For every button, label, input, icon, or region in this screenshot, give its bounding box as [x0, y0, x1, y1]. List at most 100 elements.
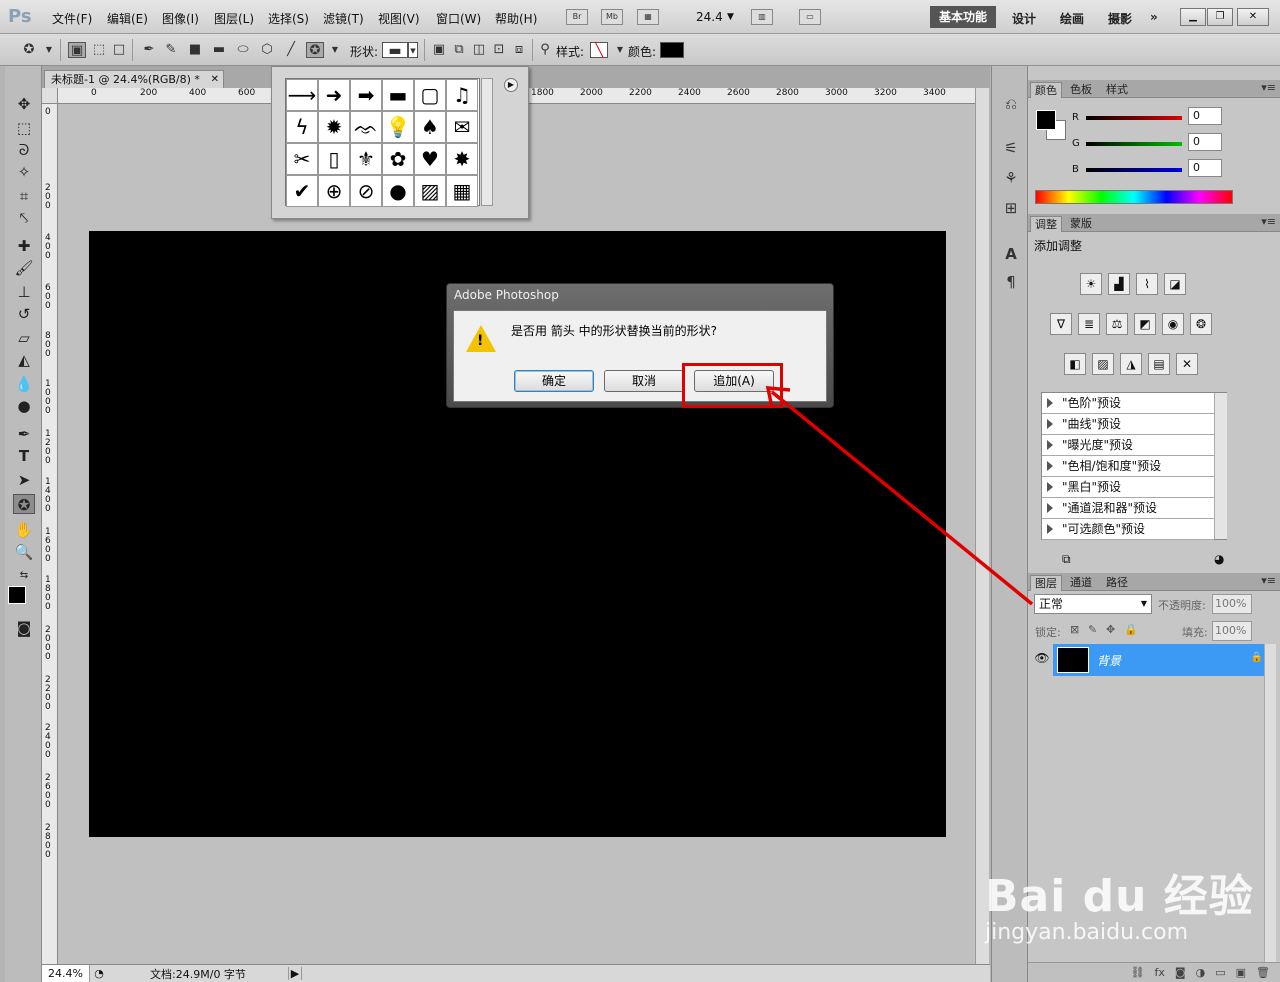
panel-menu-icon[interactable]: ▾≡ [1261, 215, 1276, 228]
preset-channel-mixer[interactable]: "通道混和器"预设 [1042, 498, 1214, 519]
shape-fleur-de-lis[interactable]: ⚜ [350, 143, 382, 175]
minimize-button[interactable]: ▁ [1180, 8, 1206, 26]
menu-window[interactable]: 窗口(W) [436, 10, 481, 27]
paths-icon[interactable]: ⬚ [90, 42, 108, 58]
new-adjustment-icon[interactable]: ◑ [1196, 966, 1206, 979]
path-select-tool-icon[interactable]: ➤ [13, 470, 35, 490]
color-balance-icon[interactable]: ⚖ [1106, 313, 1128, 335]
pen-icon[interactable]: ✒ [140, 42, 158, 58]
intersect-shape-icon[interactable]: ⊡ [490, 42, 508, 58]
paint-bucket-tool-icon[interactable]: ◭ [13, 350, 35, 370]
menu-select[interactable]: 选择(S) [268, 10, 309, 27]
black-white-icon[interactable]: ◩ [1134, 313, 1156, 335]
threshold-icon[interactable]: ◮ [1120, 353, 1142, 375]
style-none-swatch-icon[interactable]: ╲ [590, 42, 608, 58]
blur-tool-icon[interactable]: 💧 [13, 374, 35, 394]
new-shape-layer-icon[interactable]: ▣ [430, 42, 448, 58]
green-slider[interactable] [1086, 142, 1182, 146]
layer-row-background[interactable]: 背景 🔒 [1053, 644, 1273, 676]
vibrance-icon[interactable]: ∇ [1050, 313, 1072, 335]
shape-flower[interactable]: ✿ [382, 143, 414, 175]
gradient-map-icon[interactable]: ▤ [1148, 353, 1170, 375]
ruler-vertical[interactable]: 0 2 0 0 4 0 0 6 0 0 8 0 0 1 0 0 0 1 2 0 … [42, 104, 58, 964]
status-zoom[interactable]: 24.4% [42, 965, 90, 982]
menu-edit[interactable]: 编辑(E) [107, 10, 148, 27]
blue-value[interactable]: 0 [1188, 159, 1222, 177]
clone-source-icon[interactable]: ⚘ [1001, 168, 1021, 188]
eraser-tool-icon[interactable]: ▱ [13, 328, 35, 348]
layers-scrollbar[interactable] [1264, 644, 1276, 962]
menu-help[interactable]: 帮助(H) [495, 10, 537, 27]
history-panel-icon[interactable]: ⎌ [1001, 94, 1021, 114]
workspace-painting[interactable]: 绘画 [1060, 10, 1084, 27]
new-group-icon[interactable]: ▭ [1215, 966, 1225, 979]
shape-envelope[interactable]: ✉ [446, 111, 478, 143]
clone-stamp-tool-icon[interactable]: ⊥ [13, 282, 35, 302]
panel-menu-icon[interactable]: ▾≡ [1261, 574, 1276, 587]
zoom-dropdown-icon[interactable]: ▼ [727, 12, 734, 22]
tool-presets-icon[interactable]: ⊞ [1001, 198, 1021, 218]
link-layers-icon[interactable]: ⛓ [1131, 966, 1145, 979]
ruler-origin[interactable] [42, 88, 58, 104]
style-dropdown-icon[interactable]: ▼ [611, 42, 629, 58]
history-brush-tool-icon[interactable]: ↺ [13, 304, 35, 324]
lasso-tool-icon[interactable]: ᘐ [13, 140, 35, 160]
shape-arrow-thin[interactable]: ⟶ [286, 79, 318, 111]
shape-dropdown-icon[interactable]: ▼ [408, 42, 418, 58]
photo-filter-icon[interactable]: ◉ [1162, 313, 1184, 335]
blend-mode-select[interactable]: 正常 ▼ [1034, 594, 1152, 614]
color-foreground-swatch[interactable] [1036, 110, 1056, 130]
opacity-input[interactable]: 100% [1212, 594, 1252, 614]
custom-shape-tool-icon[interactable]: ✪ [13, 494, 35, 514]
shape-preview-bone-icon[interactable]: ▬ [382, 42, 408, 59]
shape-heart[interactable]: ♥ [414, 143, 446, 175]
shape-scissors[interactable]: ✂ [286, 143, 318, 175]
tab-paths[interactable]: 路径 [1102, 575, 1132, 591]
subtract-shape-icon[interactable]: ◫ [470, 42, 488, 58]
lock-position-icon[interactable]: ✥ [1106, 623, 1115, 636]
custom-shape-icon[interactable]: ✪ [306, 42, 324, 58]
layer-style-fx-icon[interactable]: fx [1155, 966, 1165, 979]
invert-icon[interactable]: ◧ [1064, 353, 1086, 375]
fill-pixels-icon[interactable]: □ [110, 42, 128, 58]
shape-lightbulb[interactable]: 💡 [382, 111, 414, 143]
tab-color[interactable]: 颜色 [1030, 82, 1062, 98]
cancel-button[interactable]: 取消 [604, 370, 684, 392]
restore-button[interactable]: ❐ [1207, 8, 1233, 26]
eyedropper-tool-icon[interactable]: ⤣ [13, 208, 35, 228]
add-mask-icon[interactable]: ◙ [1175, 966, 1186, 979]
tab-adjustments[interactable]: 调整 [1030, 216, 1062, 232]
shape-registration-target[interactable]: ⊕ [318, 175, 350, 207]
selective-color-icon[interactable]: ✕ [1176, 353, 1198, 375]
view-extras-icon[interactable]: ▦ [637, 9, 659, 25]
status-menu-arrow-icon[interactable]: ▶ [288, 967, 302, 980]
ellipse-icon[interactable]: ⬭ [234, 42, 252, 58]
blue-slider[interactable] [1086, 168, 1182, 172]
tool-preset-icon[interactable]: ✪ [20, 42, 38, 58]
quick-select-tool-icon[interactable]: ✧ [13, 162, 35, 182]
preset-black-white[interactable]: "黑白"预设 [1042, 477, 1214, 498]
status-info-icon[interactable]: ◔ [90, 967, 108, 980]
healing-brush-tool-icon[interactable]: ✚ [13, 236, 35, 256]
levels-icon[interactable]: ▟ [1108, 273, 1130, 295]
channel-mixer-icon[interactable]: ❂ [1190, 313, 1212, 335]
workspace-essentials[interactable]: 基本功能 [930, 6, 996, 28]
document-tab[interactable]: 未标题-1 @ 24.4%(RGB/8) * ✕ [44, 70, 224, 88]
fill-input[interactable]: 100% [1212, 621, 1252, 641]
vertical-scrollbar[interactable] [975, 88, 989, 964]
menu-filter[interactable]: 滤镜(T) [323, 10, 364, 27]
layer-visibility-eye-icon[interactable]: 👁 [1033, 651, 1051, 669]
tab-channels[interactable]: 通道 [1066, 575, 1096, 591]
character-panel-icon[interactable]: A [1001, 244, 1021, 264]
new-layer-icon[interactable]: ▣ [1236, 966, 1246, 979]
swap-colors-icon[interactable]: ⇆ [13, 566, 35, 586]
bridge-button[interactable]: Br [566, 9, 588, 25]
more-workspaces-icon[interactable]: » [1150, 10, 1158, 24]
freeform-pen-icon[interactable]: ✎ [162, 42, 180, 58]
shape-lightning[interactable]: ϟ [286, 111, 318, 143]
shape-banner[interactable]: ▬ [382, 79, 414, 111]
shape-speech-bubble[interactable]: ● [382, 175, 414, 207]
tab-styles[interactable]: 样式 [1102, 82, 1132, 98]
lock-pixels-icon[interactable]: ✎ [1088, 623, 1097, 636]
preset-curves[interactable]: "曲线"预设 [1042, 414, 1214, 435]
